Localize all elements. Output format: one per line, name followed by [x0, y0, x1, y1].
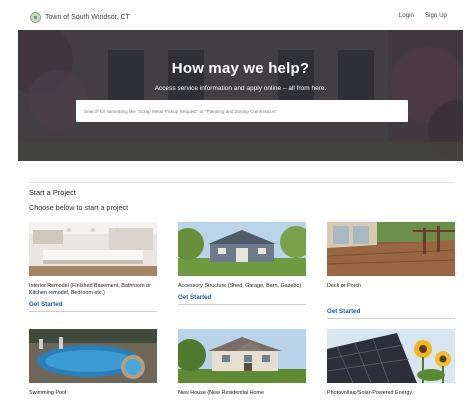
login-link[interactable]: Login	[399, 12, 414, 19]
card-divider	[327, 318, 455, 319]
project-card-deck-porch[interactable]: Deck or Porch Get Started	[327, 222, 455, 319]
hero-subtitle: Access service information and apply onl…	[154, 85, 327, 92]
site-brand[interactable]: Town of South Windsor, CT	[30, 10, 130, 24]
get-started-link[interactable]: Get Started	[178, 294, 306, 301]
card-label: Swimming Pool	[29, 390, 67, 396]
card-label: Accessory Structure (Shed, Garage, Barn,…	[178, 283, 302, 289]
hero-background-image	[18, 30, 463, 161]
project-card-new-house[interactable]: New House (New Residential Home	[178, 329, 306, 397]
section-divider	[29, 182, 455, 183]
card-label: Photovoltaic/Solar-Powered Energy	[327, 390, 413, 396]
pool-photo	[29, 329, 157, 383]
get-started-link[interactable]: Get Started	[29, 301, 157, 308]
deck-photo	[327, 222, 455, 276]
section-title: Start a Project	[29, 188, 76, 197]
shed-photo	[178, 222, 306, 276]
project-card-solar[interactable]: Photovoltaic/Solar-Powered Energy	[327, 329, 455, 397]
card-label: New House (New Residential Home	[178, 390, 264, 396]
project-card-interior-remodel[interactable]: Interior Remodel (Finished Basement, Bat…	[29, 222, 157, 312]
top-navigation-bar: Town of South Windsor, CT Login Sign Up	[0, 0, 467, 30]
hero-banner: How may we help? Access service informat…	[18, 30, 463, 161]
section-subtitle: Choose below to start a project	[29, 203, 129, 212]
solar-photo	[327, 329, 455, 383]
search-box	[76, 100, 408, 123]
kitchen-photo	[29, 222, 157, 276]
card-label: Interior Remodel (Finished Basement, Bat…	[29, 283, 151, 296]
card-divider	[178, 304, 306, 305]
hero-title: How may we help?	[171, 60, 310, 77]
site-name: Town of South Windsor, CT	[45, 13, 130, 21]
card-label: Deck or Porch	[327, 283, 362, 289]
auth-links: Login Sign Up	[399, 12, 447, 19]
signup-link[interactable]: Sign Up	[425, 12, 447, 19]
card-divider	[29, 311, 157, 312]
search-input[interactable]	[76, 100, 408, 123]
get-started-link[interactable]: Get Started	[327, 308, 455, 315]
project-card-accessory-structure[interactable]: Accessory Structure (Shed, Garage, Barn,…	[178, 222, 306, 305]
town-seal-icon	[30, 11, 41, 23]
house-photo	[178, 329, 306, 383]
project-card-swimming-pool[interactable]: Swimming Pool	[29, 329, 157, 397]
